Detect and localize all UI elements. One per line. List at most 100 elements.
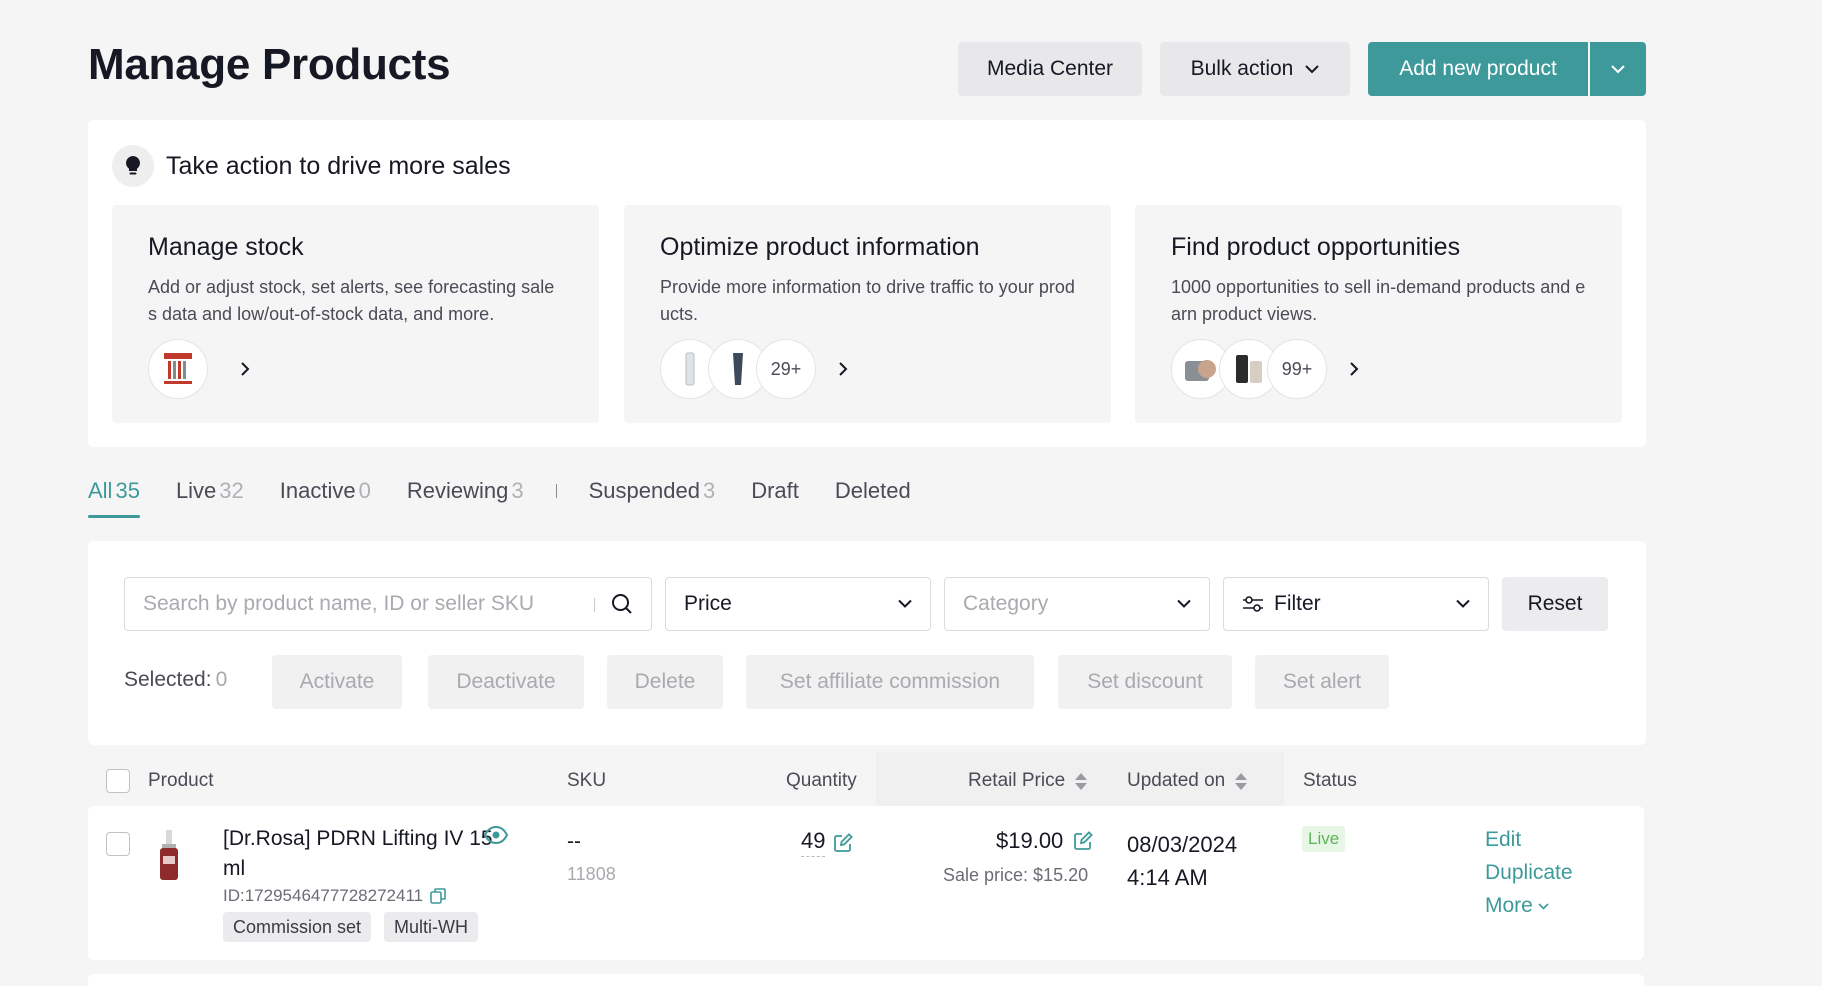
- reset-label: Reset: [1527, 592, 1583, 615]
- tile-description: 1000 opportunities to sell in-demand pro…: [1171, 277, 1586, 324]
- chevron-down-icon: [1305, 64, 1320, 74]
- media-center-label: Media Center: [986, 57, 1114, 80]
- deactivate-button[interactable]: Deactivate: [428, 655, 584, 709]
- quantity-cell: 49: [801, 828, 854, 857]
- duplicate-link[interactable]: Duplicate: [1485, 861, 1573, 885]
- select-all-checkbox[interactable]: [106, 769, 130, 793]
- insights-card: Take action to drive more sales Manage s…: [88, 120, 1646, 447]
- tab-draft[interactable]: Draft: [751, 478, 799, 504]
- tile-title: Find product opportunities: [1171, 233, 1461, 261]
- filter-select[interactable]: Filter: [1223, 577, 1489, 631]
- table-row-next: [88, 974, 1644, 986]
- tab-all[interactable]: All 35: [88, 478, 140, 518]
- tag-commission-set: Commission set: [223, 912, 372, 942]
- status-tabs: All 35 Live 32 Inactive 0 Reviewing 3 Suspen…: [88, 478, 947, 518]
- manage-stock-tile[interactable]: Manage stock Add or adjust stock, set al…: [112, 205, 599, 423]
- tab-inactive[interactable]: Inactive 0: [280, 478, 371, 504]
- sliders-icon: [1242, 596, 1264, 612]
- column-header-sku: SKU: [567, 770, 607, 791]
- chevron-right-icon[interactable]: [838, 361, 848, 377]
- lightbulb-icon: [112, 145, 154, 187]
- delete-button[interactable]: Delete: [607, 655, 723, 709]
- retail-price-value: $19.00: [996, 828, 1064, 853]
- tab-reviewing[interactable]: Reviewing 3: [407, 478, 524, 504]
- insights-title: Take action to drive more sales: [166, 151, 511, 180]
- quantity-value[interactable]: 49: [801, 828, 826, 857]
- updated-time: 4:14 AM: [1127, 865, 1208, 890]
- add-new-product-label: Add new product: [1399, 57, 1557, 80]
- tile-title: Optimize product information: [660, 233, 980, 261]
- tile-thumbnails: 29+: [660, 339, 848, 399]
- bulk-action-label: Bulk action: [1190, 57, 1294, 80]
- set-affiliate-commission-button[interactable]: Set affiliate commission: [746, 655, 1034, 709]
- search-divider: [594, 598, 595, 612]
- price-select[interactable]: Price: [665, 577, 931, 631]
- tile-description: Add or adjust stock, set alerts, see for…: [148, 277, 555, 324]
- tag-multi-wh: Multi-WH: [384, 912, 478, 942]
- reset-button[interactable]: Reset: [1502, 577, 1608, 631]
- column-header-quantity: Quantity: [786, 770, 857, 791]
- sku-value: --: [567, 830, 581, 853]
- tile-title: Manage stock: [148, 233, 304, 261]
- category-placeholder: Category: [963, 592, 1049, 615]
- edit-icon[interactable]: [1073, 831, 1094, 851]
- product-name[interactable]: [Dr.Rosa] PDRN Lifting IV 15 ml: [223, 824, 493, 884]
- activate-button[interactable]: Activate: [272, 655, 402, 709]
- tab-deleted[interactable]: Deleted: [835, 478, 911, 504]
- filter-label: Filter: [1274, 592, 1321, 615]
- set-discount-button[interactable]: Set discount: [1058, 655, 1232, 709]
- eye-icon[interactable]: [484, 826, 508, 844]
- optimize-product-info-tile[interactable]: Optimize product information Provide mor…: [624, 205, 1111, 423]
- set-alert-button[interactable]: Set alert: [1255, 655, 1389, 709]
- manage-products-page: Manage Products Media Center Bulk action…: [0, 0, 1822, 986]
- chevron-down-icon: [1611, 64, 1625, 74]
- updated-date: 08/03/2024: [1127, 832, 1238, 857]
- chevron-down-icon: [898, 599, 912, 609]
- column-header-product: Product: [148, 770, 214, 791]
- media-center-button[interactable]: Media Center: [958, 42, 1142, 96]
- product-id: ID:1729546477728272411: [223, 886, 446, 906]
- sku-sub-value: 11808: [567, 864, 616, 884]
- sale-price-value: Sale price: $15.20: [943, 865, 1089, 885]
- tile-description: Provide more information to drive traffi…: [660, 277, 1075, 324]
- find-product-opportunities-tile[interactable]: Find product opportunities 1000 opportun…: [1135, 205, 1622, 423]
- price-select-value: Price: [684, 592, 732, 615]
- more-products-count: 99+: [1267, 339, 1327, 399]
- filter-card: Search by product name, ID or seller SKU…: [88, 541, 1646, 745]
- bulk-action-button[interactable]: Bulk action: [1160, 42, 1350, 96]
- edit-link[interactable]: Edit: [1485, 828, 1521, 852]
- column-header-retail-price[interactable]: Retail Price: [968, 770, 1088, 792]
- selected-count: Selected: 0: [124, 668, 228, 691]
- tile-thumbnails: [148, 339, 250, 399]
- search-input[interactable]: Search by product name, ID or seller SKU: [124, 577, 652, 631]
- add-new-product-button[interactable]: Add new product: [1368, 42, 1588, 96]
- tab-suspended[interactable]: Suspended 3: [589, 478, 716, 504]
- status-badge: Live: [1302, 826, 1346, 852]
- chevron-down-icon: [1177, 599, 1191, 609]
- more-products-count: 29+: [756, 339, 816, 399]
- insights-header: Take action to drive more sales: [112, 145, 511, 187]
- table-row: [Dr.Rosa] PDRN Lifting IV 15 ml ID:17295…: [88, 806, 1644, 960]
- category-select[interactable]: Category: [944, 577, 1210, 631]
- chevron-down-icon: [1538, 902, 1549, 910]
- copy-icon[interactable]: [430, 888, 446, 904]
- search-icon[interactable]: [611, 593, 633, 615]
- more-link[interactable]: More: [1485, 894, 1549, 918]
- edit-icon[interactable]: [833, 832, 854, 853]
- search-placeholder: Search by product name, ID or seller SKU: [143, 592, 535, 615]
- product-thumbnail: [148, 339, 208, 399]
- column-header-updated-on[interactable]: Updated on: [1127, 770, 1248, 792]
- product-image: [152, 830, 186, 887]
- chevron-right-icon[interactable]: [240, 361, 250, 377]
- price-cell: $19.00: [996, 828, 1094, 854]
- row-checkbox[interactable]: [106, 832, 130, 856]
- sort-icon[interactable]: [1075, 772, 1088, 790]
- column-header-status: Status: [1303, 770, 1357, 791]
- add-product-dropdown-button[interactable]: [1590, 42, 1646, 96]
- tile-thumbnails: 99+: [1171, 339, 1359, 399]
- sort-icon[interactable]: [1235, 772, 1248, 790]
- chevron-down-icon: [1456, 599, 1470, 609]
- tab-live[interactable]: Live 32: [176, 478, 244, 504]
- updated-on-cell: 08/03/2024 4:14 AM: [1127, 828, 1237, 894]
- chevron-right-icon[interactable]: [1349, 361, 1359, 377]
